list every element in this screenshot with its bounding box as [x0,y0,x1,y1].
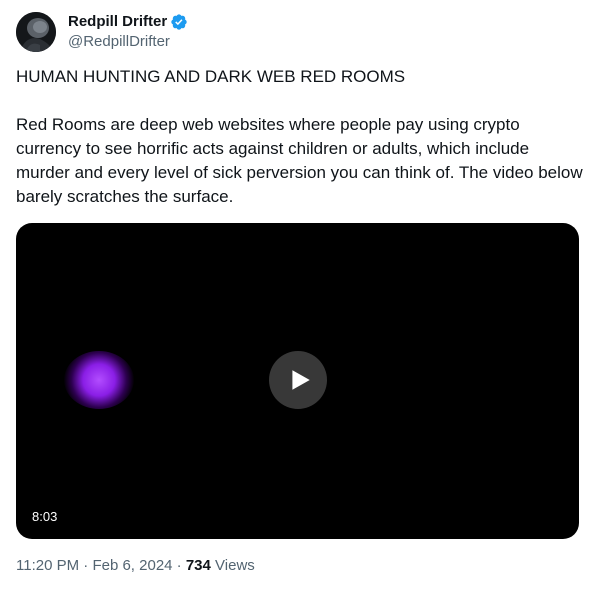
post-time[interactable]: 11:20 PM [16,557,79,574]
post-meta: 11:20 PM · Feb 6, 2024 · 734 Views [16,556,255,576]
play-icon [292,370,310,390]
avatar-image [16,12,56,52]
play-button[interactable] [269,351,327,409]
author-handle[interactable]: @RedpillDrifter [68,32,170,52]
views-count: 734 [185,557,211,574]
author-name-row: Redpill Drifter [68,12,188,32]
post-text: HUMAN HUNTING AND DARK WEB RED ROOMS Red… [16,65,586,209]
post-date[interactable]: Feb 6, 2024 [92,557,172,574]
author-display-name[interactable]: Redpill Drifter [68,12,167,32]
views-label: Views [215,557,255,574]
video-player[interactable]: 8:03 [16,223,579,539]
video-frame-glow [64,351,134,409]
post-body: Red Rooms are deep web websites where pe… [16,115,583,206]
video-duration-badge: 8:03 [28,507,62,527]
avatar[interactable] [16,12,56,52]
meta-separator: · [176,557,186,574]
tweet: Redpill Drifter @RedpillDrifter HUMAN HU… [0,0,611,593]
post-title-line: HUMAN HUNTING AND DARK WEB RED ROOMS [16,67,406,86]
verified-badge-icon[interactable] [170,13,188,31]
